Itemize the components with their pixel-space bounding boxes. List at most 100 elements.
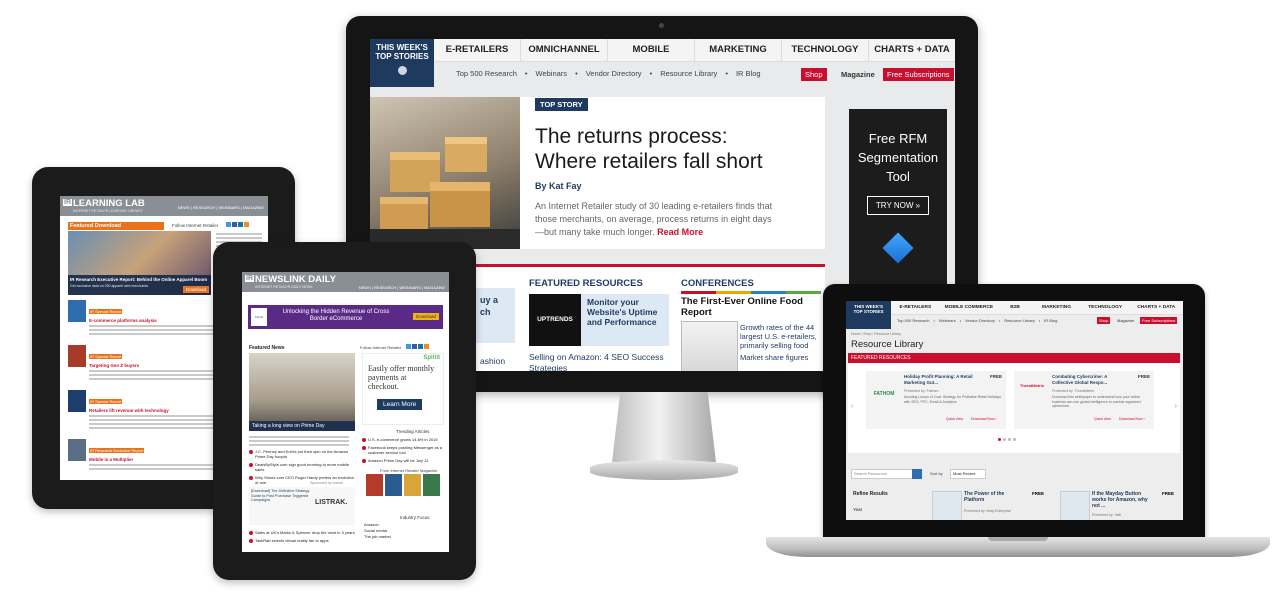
t2-banner[interactable]: Flexiti Unlocking the Hidden Revenue of … [248,305,443,329]
t2-social-icons[interactable] [406,344,429,349]
t2-nav[interactable]: NEWS | RESEARCH | WEBINARS | MAGAZINE [359,285,445,290]
resource-card[interactable]: ThreatMetrix Combating Cybercrime: A Col… [1014,371,1154,429]
laptop-search-input[interactable]: Search Resources [851,469,913,479]
magazine-cover[interactable] [385,474,402,496]
download-now-link[interactable]: Download Now › [971,417,997,421]
top-story-summary: An Internet Retailer study of 30 leading… [535,201,773,237]
search-icon[interactable] [912,469,922,479]
list-item[interactable]: TaskRab selects virtual reality fan to a… [249,538,355,543]
magazine-cover[interactable] [423,474,440,496]
rss-icon[interactable] [244,222,249,227]
subnav-vendor-directory[interactable]: Vendor Directory [586,69,642,81]
list-item[interactable]: Amazon Prime Day will be July 12 [362,458,444,463]
t2-banner-download[interactable]: Download [412,313,439,320]
fathom-logo: FATHOM [873,391,895,397]
nav-e-retailers[interactable]: E-RETAILERS [434,39,521,61]
chevron-left-icon[interactable]: ‹ [851,403,853,410]
top-story-byline: By Kat Fay [535,181,582,191]
list-item[interactable]: U.S. e-commerce grows 14.6% in 2015 [362,437,444,442]
laptop-nav-marketing[interactable]: MARKETING [1032,301,1081,314]
linkedin-icon[interactable] [238,222,243,227]
t1-logo-title: LEARNING LAB [73,198,145,209]
subnav-webinars[interactable]: Webinars [536,69,568,81]
subnav-resource-library[interactable]: Resource Library [660,69,717,81]
laptop-nav-mobile-commerce[interactable]: MOBILE COMMERCE [940,301,998,314]
list-item[interactable]: Sales at UK's Marks & Spencer drop the m… [249,530,355,535]
focus-item[interactable]: The job market [364,534,391,540]
magazine-cover[interactable] [404,474,421,496]
t1-nav[interactable]: NEWS | RESEARCH | WEBINARS | MAGAZINE [178,205,264,210]
conference-headline[interactable]: The First-Ever Online Food Report [681,296,821,318]
t1-download-button[interactable]: Download [182,286,209,293]
free-subscriptions-button[interactable]: Free Subscriptions [883,68,954,81]
magazine-cover[interactable] [366,474,383,496]
result-item[interactable]: If the Mayday Button works for Amazon, w… [1060,491,1180,520]
top-story-headline[interactable]: The returns process: Where retailers fal… [535,124,785,174]
laptop-subscribe-button[interactable]: Free Subscriptions [1140,317,1178,324]
sort-select[interactable]: Most Recent [950,469,986,479]
nav-charts-data[interactable]: CHARTS + DATA [869,39,955,61]
list-item[interactable]: IR Special Report Retailers lift revenue… [68,390,213,431]
chevron-right-icon[interactable]: › [1175,403,1177,410]
shop-button[interactable]: Shop [801,68,827,81]
nav-technology[interactable]: TECHNOLOGY [782,39,869,61]
laptop-shop-button[interactable]: Shop [1097,317,1111,324]
t2-magazine-covers[interactable] [366,474,440,496]
rss-icon[interactable] [424,344,429,349]
laptop-nav-technology[interactable]: TECHNOLOGY [1081,301,1130,314]
list-item[interactable]: DealsByStyle.com sign good morning to mo… [249,462,355,472]
t2-header: IR NEWSLINK DAILY INTERNET RETAILER DAIL… [242,272,449,292]
list-item[interactable]: IR Special Report E-commerce platforms a… [68,300,213,337]
nav-marketing[interactable]: MARKETING [695,39,782,61]
laptop-subnav-webinars[interactable]: Webinars [939,318,956,323]
top-story-card[interactable]: TOP STORY The returns process: Where ret… [370,97,825,249]
download-now-link[interactable]: Download Now › [1119,417,1145,421]
featured-resource-card[interactable]: UPTRENDS Monitor your Website's Uptime a… [529,294,669,346]
result-item[interactable]: The Power of the Platform FREE Presented… [932,491,1052,520]
subnav-ir-blog[interactable]: IR Blog [736,69,761,81]
t2-split-ad[interactable]: Splitit Easily offer monthly payments at… [362,353,444,425]
subnav-top500[interactable]: Top 500 Research [456,69,517,81]
laptop-subnav-vendor[interactable]: Vendor Directory [965,318,995,323]
quick-view-link[interactable]: Quick view [946,417,963,421]
laptop-subnav-blog[interactable]: IR Blog [1044,318,1057,323]
laptop-nav-charts-data[interactable]: CHARTS + DATA [1129,301,1183,314]
t2-sponsored-box[interactable]: [Download] The Definitive Strategy Guide… [249,487,355,525]
linkedin-icon[interactable] [418,344,423,349]
laptop-featured-bar: FEATURED RESOURCES [848,353,1180,363]
twitter-icon[interactable] [406,344,411,349]
list-item[interactable]: Facebook keeps pushing Messenger as a cu… [362,445,444,455]
t1-social-icons[interactable] [226,222,249,227]
conference-color-bar [681,291,821,294]
list-item[interactable]: J.C. Penney and Kohl's put their spin on… [249,449,355,459]
laptop-badge[interactable]: THIS WEEK'S TOP STORIES [846,301,891,329]
laptop-subnav-top500[interactable]: Top 500 Research [897,318,929,323]
nav-mobile[interactable]: MOBILE [608,39,695,61]
facebook-icon[interactable] [232,222,237,227]
try-now-button[interactable]: TRY NOW » [866,196,930,215]
facebook-icon[interactable] [412,344,417,349]
laptop-nav-e-retailers[interactable]: E-RETAILERS [891,301,940,314]
laptop-nav-b2b[interactable]: B2B [998,301,1032,314]
learn-more-button[interactable]: Learn More [377,399,423,410]
list-item[interactable]: IR Research Exclusive Report Mobile is a… [68,439,213,472]
nav-omnichannel[interactable]: OMNICHANNEL [521,39,608,61]
t1-hero[interactable]: IR Research Executive Report: Behind the… [68,231,211,295]
featured-link[interactable]: Selling on Amazon: 4 SEO Success Strateg… [529,352,669,371]
quick-view-link[interactable]: Quick view [1094,417,1111,421]
laptop-breadcrumb[interactable]: Home / Shop / Resource Library [851,332,901,336]
main-nav: E-RETAILERS OMNICHANNEL MOBILE MARKETING… [434,39,955,62]
resource-card[interactable]: FATHOM Holiday Profit Planning: A Retail… [866,371,1006,429]
year-filter[interactable]: Year [853,507,862,512]
magazine-link[interactable]: Magazine [841,70,875,79]
twitter-icon[interactable] [226,222,231,227]
list-item[interactable]: IR Special Report Targeting Gen Z buyers [68,345,213,382]
top-stories-badge[interactable]: THIS WEEK'S TOP STORIES [370,39,434,87]
t2-follow: Follow Internet Retailer [360,345,402,350]
carousel-dots[interactable] [998,438,1016,441]
t1-item-title: E-commerce platforms analysis [89,318,157,323]
t2-photo[interactable]: Taking a long view on Prime Day [249,353,355,431]
laptop-subnav-library[interactable]: Resource Library [1004,318,1034,323]
laptop-magazine-link[interactable]: Magazine [1117,318,1134,323]
read-more-link[interactable]: Read More [657,227,703,237]
